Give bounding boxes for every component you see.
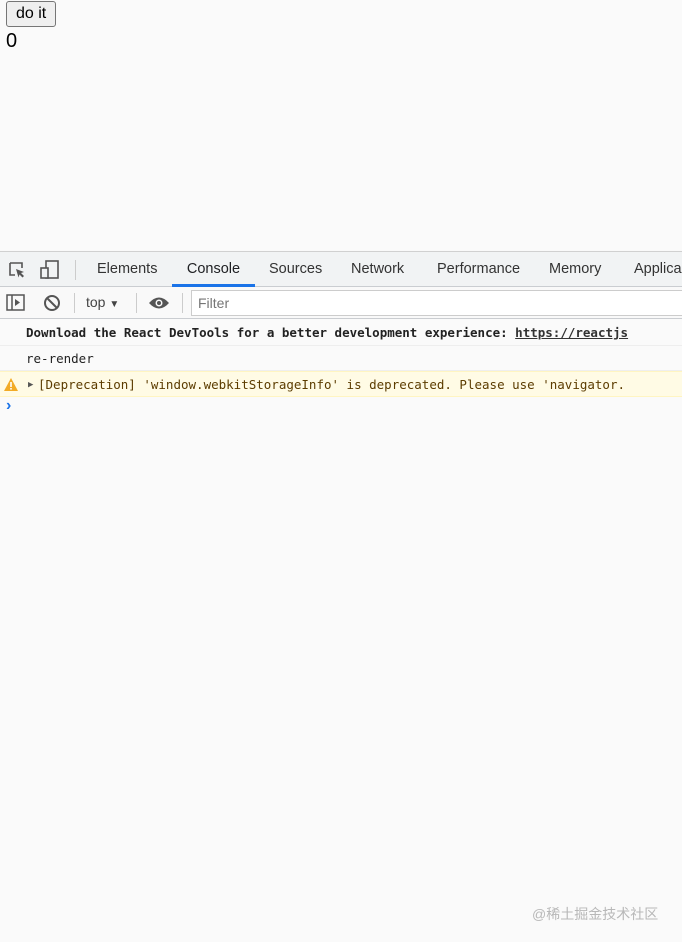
tab-application[interactable]: Applica <box>634 252 682 287</box>
context-selector[interactable]: top ▼ <box>86 294 119 310</box>
expand-triangle-icon[interactable]: ▶ <box>28 372 33 396</box>
message-text: re-render <box>26 351 94 366</box>
console-message: Download the React DevTools for a better… <box>0 319 682 346</box>
devtools-panel: Elements Console Sources Network Perform… <box>0 251 682 942</box>
tab-performance[interactable]: Performance <box>437 252 520 287</box>
inspect-element-icon[interactable] <box>8 261 26 279</box>
tab-memory[interactable]: Memory <box>549 252 601 287</box>
app-page: do it 0 <box>0 0 682 250</box>
watermark: @稀土掘金技术社区 <box>532 906 659 922</box>
tab-network[interactable]: Network <box>351 252 404 287</box>
context-value: top <box>86 294 106 310</box>
dropdown-arrow-icon: ▼ <box>109 299 120 310</box>
tab-console[interactable]: Console <box>172 252 255 287</box>
counter-value: 0 <box>6 30 18 52</box>
filter-input[interactable] <box>191 290 682 316</box>
console-prompt[interactable]: › <box>0 397 682 419</box>
warning-icon <box>4 378 18 391</box>
console-message: re-render <box>0 346 682 371</box>
prompt-chevron-icon: › <box>6 397 12 414</box>
console-toolbar: top ▼ <box>0 287 682 319</box>
live-expression-eye-icon[interactable] <box>148 295 170 311</box>
message-text: Download the React DevTools for a better… <box>26 325 516 340</box>
devtools-tab-bar: Elements Console Sources Network Perform… <box>0 252 682 287</box>
tab-sources[interactable]: Sources <box>269 252 322 287</box>
do-it-button[interactable]: do it <box>6 1 57 27</box>
show-sidebar-icon[interactable] <box>6 294 26 312</box>
console-warning[interactable]: ▶ [Deprecation] 'window.webkitStorageInf… <box>0 371 682 397</box>
message-text: [Deprecation] 'window.webkitStorageInfo'… <box>38 377 625 392</box>
tab-elements[interactable]: Elements <box>97 252 157 287</box>
reactjs-link[interactable]: https://reactjs <box>515 325 628 340</box>
device-toolbar-icon[interactable] <box>40 260 60 280</box>
clear-console-icon[interactable] <box>43 294 61 312</box>
